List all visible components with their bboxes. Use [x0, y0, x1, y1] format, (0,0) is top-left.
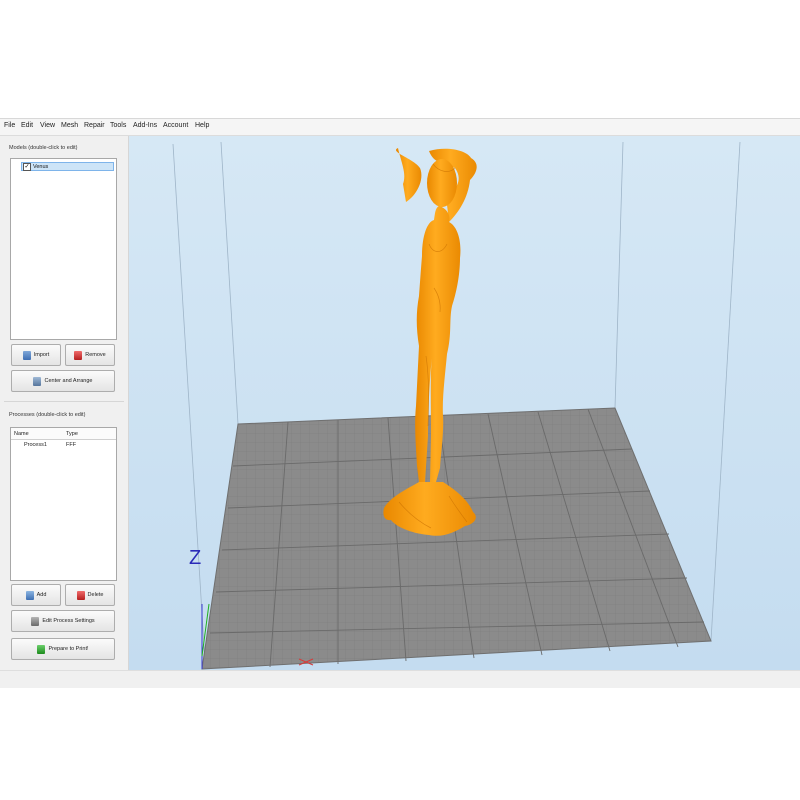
frame-line-left: [172, 143, 206, 663]
build-plate: [201, 407, 712, 670]
delete-label: Delete: [87, 592, 104, 598]
processes-header: Name Type: [11, 428, 116, 440]
delete-icon: [76, 590, 85, 600]
edit-process-settings-label: Edit Process Settings: [42, 618, 95, 624]
add-process-button[interactable]: Add: [11, 584, 61, 606]
col-type-header: Type: [66, 431, 78, 437]
menu-bar: File Edit View Mesh Repair Tools Add-Ins…: [0, 119, 800, 136]
menu-view[interactable]: View: [40, 122, 55, 129]
add-icon: [25, 590, 34, 600]
process-name: Process1: [24, 442, 47, 448]
panel-divider: [4, 401, 124, 402]
status-bar: [0, 670, 800, 688]
import-button[interactable]: Import: [11, 344, 61, 366]
z-axis-label: Z: [189, 547, 201, 569]
3d-viewport[interactable]: Z: [129, 136, 800, 670]
menu-tools[interactable]: Tools: [110, 122, 126, 129]
remove-button[interactable]: Remove: [65, 344, 115, 366]
import-label: Import: [33, 352, 50, 358]
models-group-label: Models (double-click to edit): [9, 145, 78, 151]
remove-label: Remove: [85, 352, 106, 358]
processes-group-label: Processes (double-click to edit): [9, 412, 86, 418]
prepare-to-print-button[interactable]: Prepare to Print!: [11, 638, 115, 660]
menu-file[interactable]: File: [4, 122, 15, 129]
menu-mesh[interactable]: Mesh: [61, 122, 78, 129]
menu-help[interactable]: Help: [195, 122, 209, 129]
menu-account[interactable]: Account: [163, 122, 188, 129]
menu-add-ins[interactable]: Add-Ins: [133, 122, 157, 129]
table-row[interactable]: Process1 FFF: [11, 440, 116, 449]
scene-svg: Z: [172, 141, 741, 670]
center-arrange-button[interactable]: Center and Arrange: [11, 370, 115, 392]
add-label: Add: [36, 592, 47, 598]
prepare-to-print-label: Prepare to Print!: [48, 646, 89, 652]
model-checkbox[interactable]: ✓: [23, 162, 31, 171]
menu-edit[interactable]: Edit: [21, 122, 33, 129]
frame-line-back-right: [614, 141, 624, 409]
delete-process-button[interactable]: Delete: [65, 584, 115, 606]
remove-icon: [74, 350, 83, 360]
import-icon: [22, 350, 31, 360]
left-panel: Models (double-click to edit) ✓ Venus Im…: [0, 136, 129, 670]
processes-table[interactable]: Name Type Process1 FFF: [10, 427, 117, 581]
col-name-header: Name: [14, 431, 29, 437]
model-name: Venus: [33, 163, 49, 170]
center-arrange-icon: [33, 376, 42, 386]
edit-process-settings-button[interactable]: Edit Process Settings: [11, 610, 115, 632]
model-item-venus[interactable]: ✓ Venus: [21, 162, 114, 171]
models-list[interactable]: ✓ Venus: [10, 158, 117, 340]
frame-line-back-left: [220, 141, 239, 425]
frame-line-right: [710, 141, 741, 642]
menu-repair[interactable]: Repair: [84, 122, 105, 129]
center-arrange-label: Center and Arrange: [44, 378, 93, 384]
process-type: FFF: [66, 442, 77, 448]
prepare-icon: [37, 644, 46, 654]
app-window: File Edit View Mesh Repair Tools Add-Ins…: [0, 118, 800, 688]
settings-icon: [31, 616, 40, 626]
